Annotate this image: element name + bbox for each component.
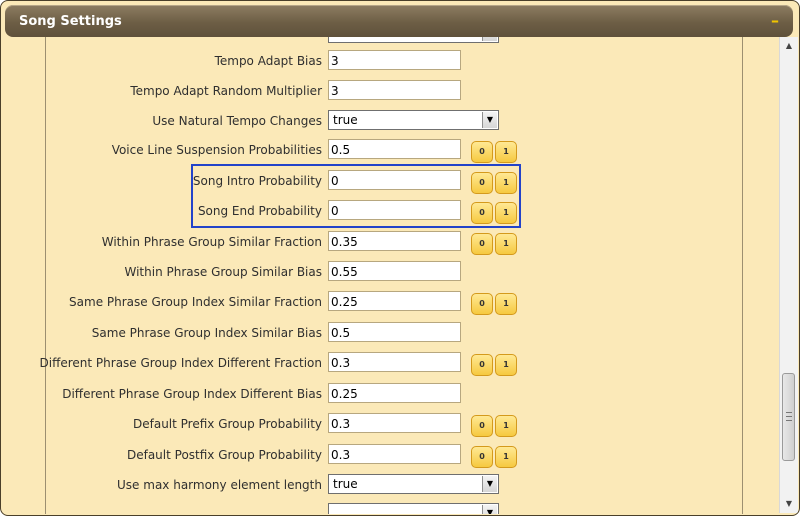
setting-label: Use max harmony element length: [117, 478, 322, 492]
setting-label: Different Phrase Group Index Different F…: [39, 356, 322, 370]
grip-line: [786, 416, 792, 417]
grip-line: [786, 412, 792, 413]
select-value: true: [333, 113, 358, 127]
setting-input[interactable]: 0.3: [328, 413, 461, 433]
collapse-icon[interactable]: –: [771, 11, 779, 30]
set-one-button[interactable]: 1: [495, 293, 517, 315]
dropdown-arrow-icon: ▼: [482, 505, 497, 514]
select-value: true: [333, 477, 358, 491]
set-one-button[interactable]: 1: [495, 141, 517, 163]
setting-label: Same Phrase Group Index Similar Bias: [91, 326, 322, 340]
highlight-box: [191, 164, 521, 228]
dropdown-arrow-icon[interactable]: ▼: [482, 112, 497, 128]
set-one-button[interactable]: 1: [495, 354, 517, 376]
setting-select[interactable]: true ▼: [328, 474, 499, 494]
setting-row: Within Phrase Group Similar Fraction 0.3…: [1, 230, 761, 255]
set-zero-button[interactable]: 0: [471, 354, 493, 376]
setting-row: Same Phrase Group Index Similar Fraction…: [1, 290, 761, 315]
setting-label: Tempo Adapt Random Multiplier: [130, 84, 322, 98]
setting-input[interactable]: 0.5: [328, 139, 461, 159]
partial-top-select[interactable]: ▼: [328, 37, 499, 43]
set-zero-button[interactable]: 0: [471, 141, 493, 163]
setting-row: Voice Line Suspension Probabilities 0.5 …: [1, 138, 761, 163]
scroll-down-icon[interactable]: ▼: [783, 498, 795, 510]
set-zero-button[interactable]: 0: [471, 446, 493, 468]
setting-input[interactable]: 0.25: [328, 383, 461, 403]
setting-row: Use Natural Tempo Changes true ▼: [1, 109, 761, 133]
setting-input[interactable]: 0.35: [328, 231, 461, 251]
vertical-scrollbar[interactable]: ▲ ▼: [779, 37, 798, 513]
setting-row: Tempo Adapt Random Multiplier 3: [1, 79, 761, 103]
setting-row: Tempo Adapt Bias 3: [1, 49, 761, 73]
panel-header[interactable]: Song Settings –: [5, 5, 793, 37]
panel-title: Song Settings: [19, 14, 122, 29]
setting-row: Default Postfix Group Probability 0.3 0 …: [1, 443, 761, 468]
set-zero-button[interactable]: 0: [471, 293, 493, 315]
setting-label: Default Prefix Group Probability: [133, 417, 322, 431]
setting-row: Default Prefix Group Probability 0.3 0 1: [1, 412, 761, 437]
dropdown-arrow-icon[interactable]: ▼: [482, 476, 497, 492]
scroll-up-icon[interactable]: ▲: [783, 40, 795, 52]
setting-label: Same Phrase Group Index Similar Fraction: [69, 295, 322, 309]
setting-row: Within Phrase Group Similar Bias 0.55: [1, 260, 761, 284]
setting-input[interactable]: 0.25: [328, 291, 461, 311]
grip-line: [786, 420, 792, 421]
setting-label: Tempo Adapt Bias: [214, 54, 322, 68]
setting-row: Different Phrase Group Index Different B…: [1, 382, 761, 406]
setting-label: Within Phrase Group Similar Fraction: [101, 235, 322, 249]
setting-label: Within Phrase Group Similar Bias: [124, 265, 322, 279]
scrollbar-thumb[interactable]: [782, 373, 795, 461]
set-zero-button[interactable]: 0: [471, 233, 493, 255]
song-settings-window: Song Settings – ▼ Tempo Adapt Bias 3 Tem…: [0, 0, 800, 516]
setting-label: Use Natural Tempo Changes: [152, 114, 322, 128]
set-one-button[interactable]: 1: [495, 415, 517, 437]
setting-label: Voice Line Suspension Probabilities: [111, 143, 322, 157]
set-one-button[interactable]: 1: [495, 233, 517, 255]
partial-bottom-select[interactable]: ▼: [328, 503, 499, 514]
set-one-button[interactable]: 1: [495, 446, 517, 468]
setting-input[interactable]: 3: [328, 80, 461, 100]
setting-row: Use max harmony element length true ▼: [1, 473, 761, 497]
setting-input[interactable]: 0.5: [328, 322, 461, 342]
setting-row: Different Phrase Group Index Different F…: [1, 351, 761, 376]
setting-select[interactable]: true ▼: [328, 110, 499, 130]
setting-label: Default Postfix Group Probability: [126, 448, 322, 462]
setting-label: Different Phrase Group Index Different B…: [62, 387, 322, 401]
setting-input[interactable]: 3: [328, 50, 461, 70]
setting-row: Same Phrase Group Index Similar Bias 0.5: [1, 321, 761, 345]
setting-input[interactable]: 0.55: [328, 261, 461, 281]
setting-input[interactable]: 0.3: [328, 352, 461, 372]
dropdown-arrow-icon: ▼: [482, 37, 497, 41]
setting-input[interactable]: 0.3: [328, 444, 461, 464]
settings-content: ▼ Tempo Adapt Bias 3 Tempo Adapt Random …: [1, 37, 779, 514]
set-zero-button[interactable]: 0: [471, 415, 493, 437]
